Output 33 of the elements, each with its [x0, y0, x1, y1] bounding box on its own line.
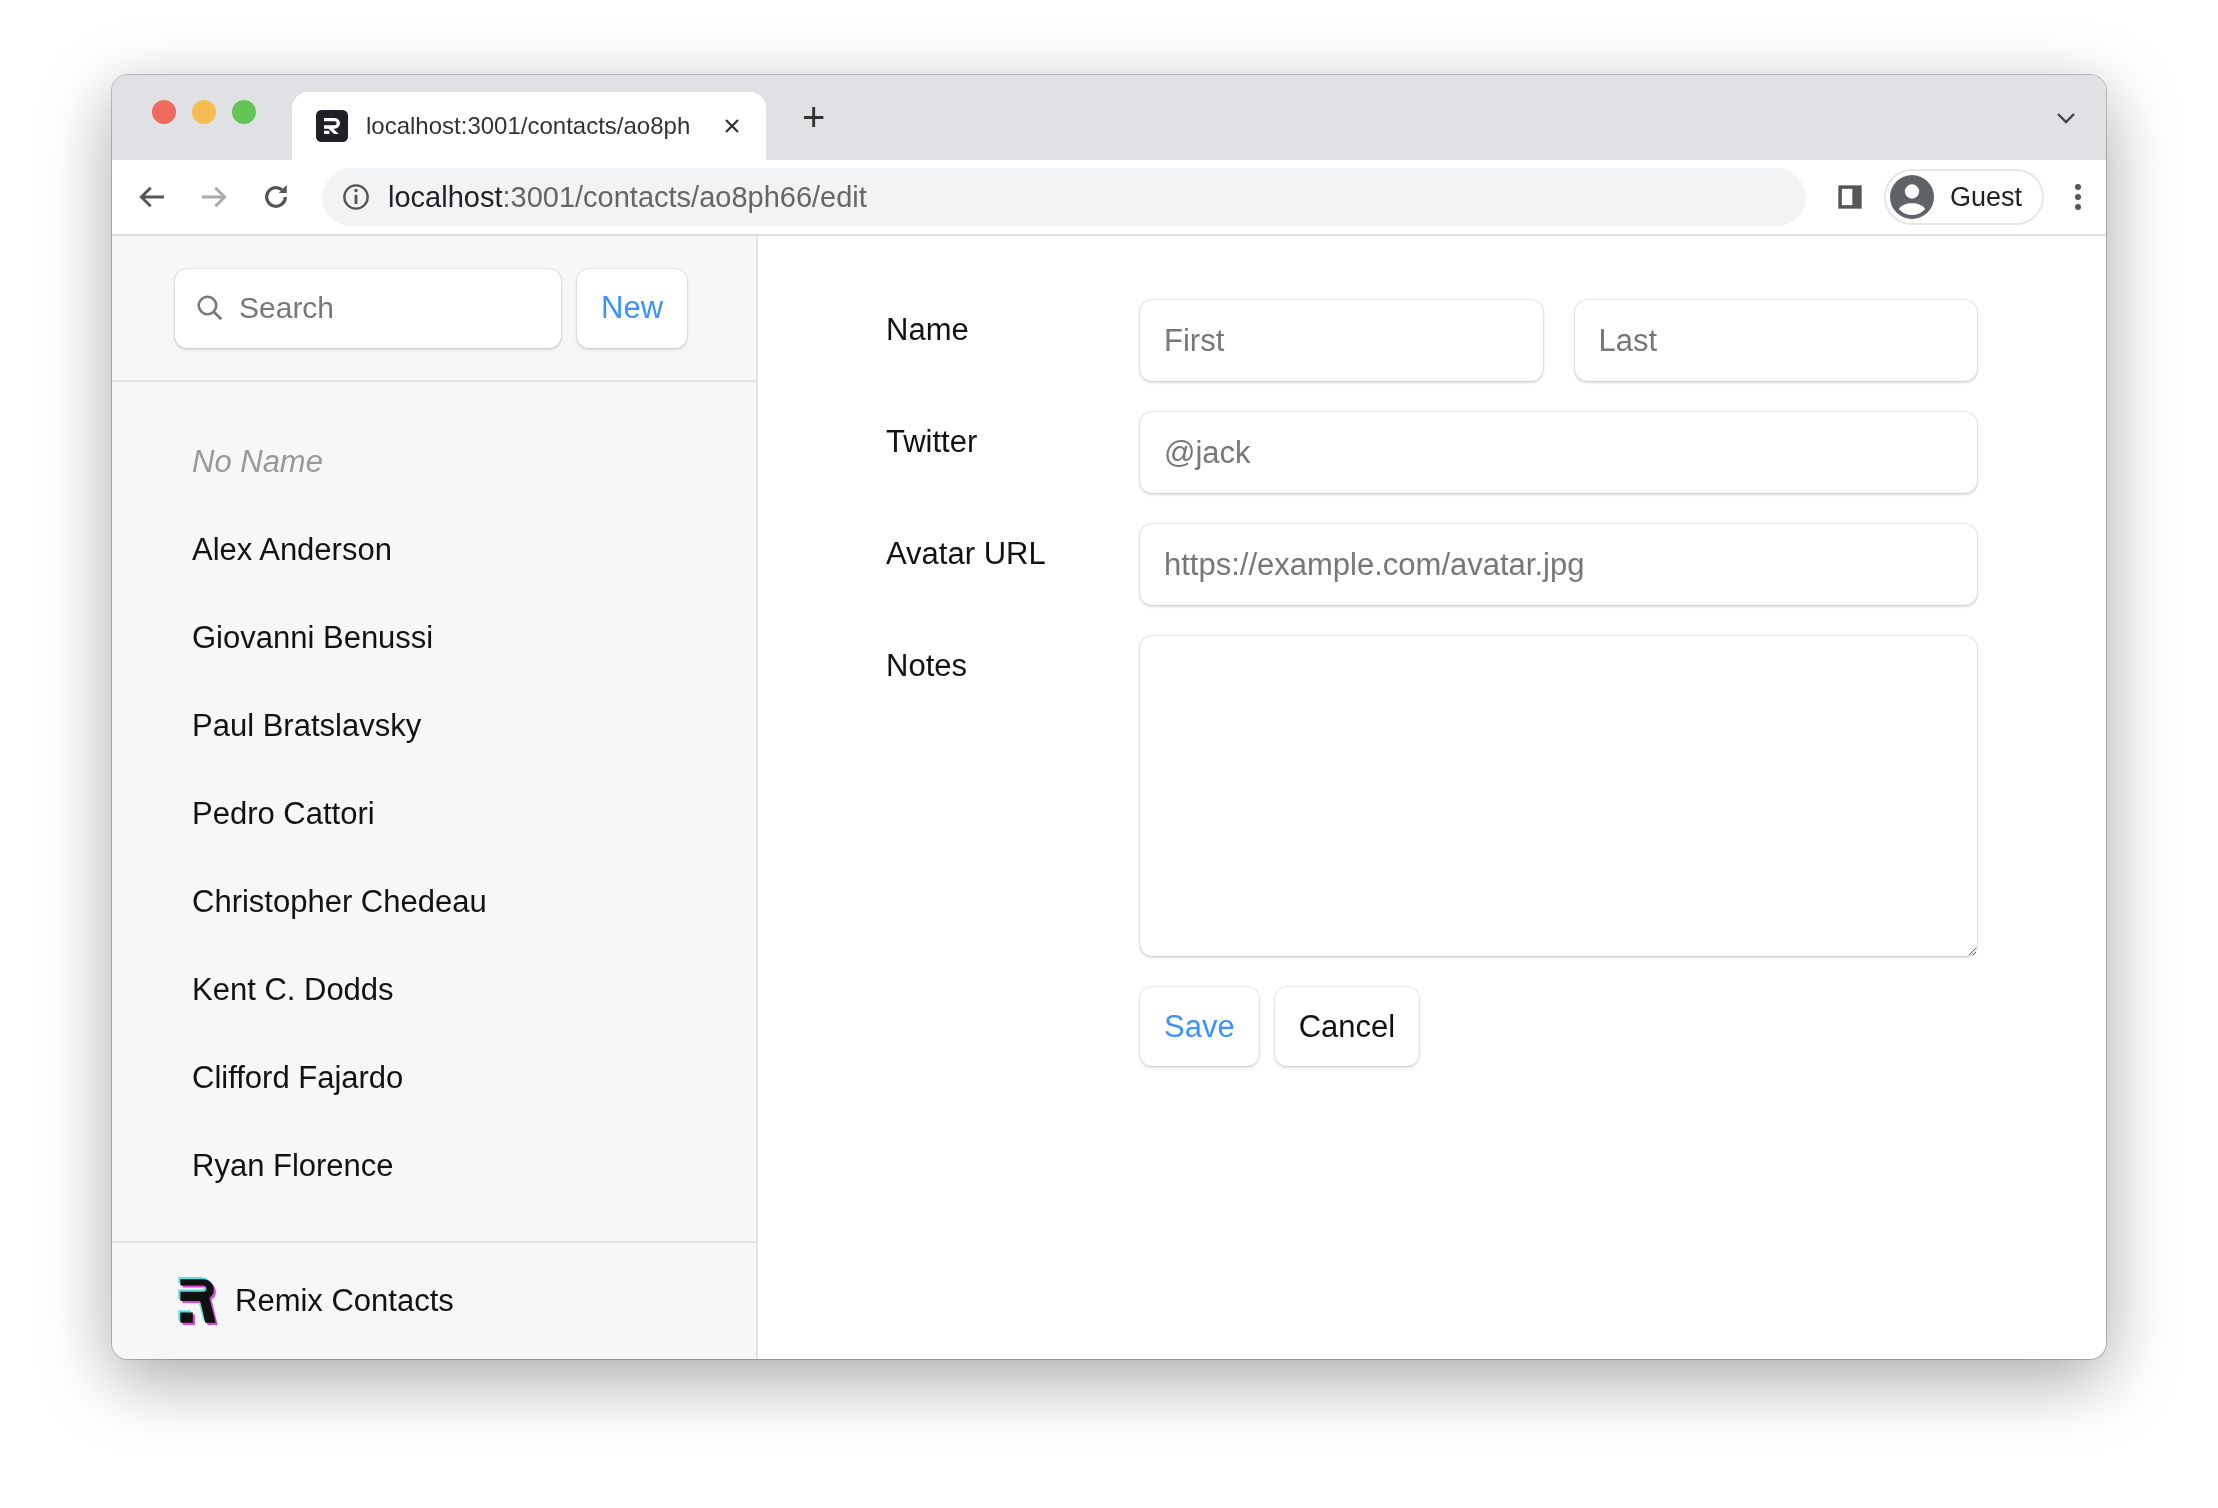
- field-label: Twitter: [886, 423, 979, 461]
- chevron-down-icon[interactable]: [2056, 111, 2076, 124]
- contact-item[interactable]: Paul Bratslavsky: [112, 682, 756, 770]
- r-logo-icon: [316, 110, 348, 142]
- app-title: Remix Contacts: [235, 1283, 454, 1319]
- field-label: Avatar URL: [886, 535, 1047, 573]
- field-label: Name: [886, 311, 970, 349]
- search-field[interactable]: Search: [175, 268, 561, 348]
- contact-item[interactable]: Giovanni Benussi: [112, 594, 756, 682]
- address-bar[interactable]: localhost:3001/contacts/ao8ph66/edit: [322, 168, 1806, 226]
- contact-item[interactable]: Ryan Florence: [112, 1122, 756, 1210]
- contact-item[interactable]: Alex Anderson: [112, 506, 756, 594]
- notes-field[interactable]: [1140, 636, 1977, 956]
- browser-tab[interactable]: localhost:3001/contacts/ao8ph: [292, 92, 766, 160]
- contact-item[interactable]: Kent C. Dodds: [112, 946, 756, 1034]
- cancel-button[interactable]: Cancel: [1274, 987, 1420, 1066]
- info-icon: [342, 183, 370, 211]
- field-label: Notes: [886, 647, 968, 685]
- more-vertical-icon[interactable]: [2074, 183, 2082, 211]
- contact-item[interactable]: Clifford Fajardo: [112, 1034, 756, 1122]
- person-icon: [1889, 175, 1934, 219]
- r-logo-icon: [175, 1275, 219, 1327]
- contact-item[interactable]: Pedro Cattori: [112, 770, 756, 858]
- text-field[interactable]: First: [1140, 300, 1543, 381]
- text-field[interactable]: @jack: [1140, 412, 1977, 493]
- text-field[interactable]: https://example.com/avatar.jpg: [1140, 524, 1977, 605]
- profile-button[interactable]: Guest: [1883, 169, 2044, 225]
- text-field[interactable]: Last: [1574, 300, 1977, 381]
- new-tab-button[interactable]: +: [792, 95, 836, 140]
- tab-title: localhost:3001/contacts/ao8ph: [366, 112, 692, 140]
- contact-item[interactable]: Christopher Chedeau: [112, 858, 756, 946]
- url-text: localhost:3001/contacts/ao8ph66/edit: [388, 180, 867, 214]
- side-panel-icon[interactable]: [1835, 183, 1864, 211]
